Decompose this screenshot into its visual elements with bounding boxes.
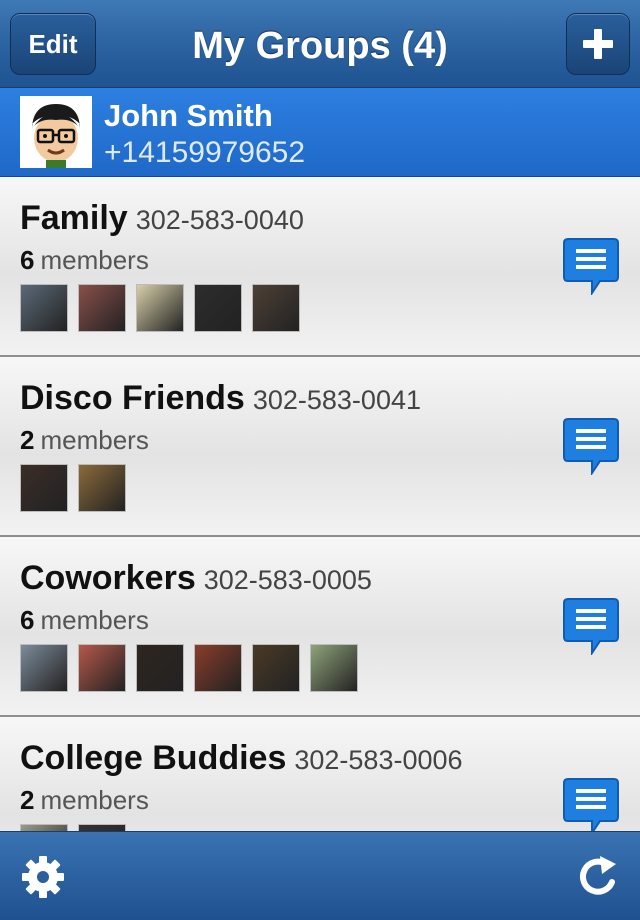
message-bubble-icon[interactable] <box>562 597 620 655</box>
group-name: Family <box>20 199 128 237</box>
message-bubble-icon[interactable] <box>562 777 620 831</box>
page-title: My Groups (4) <box>192 25 448 67</box>
member-photo <box>194 644 242 692</box>
edit-button[interactable]: Edit <box>10 13 96 75</box>
member-photo <box>252 644 300 692</box>
group-phone: 302-583-0005 <box>203 565 372 595</box>
member-photo <box>78 284 126 332</box>
bottom-toolbar <box>0 831 640 920</box>
member-count-label: members <box>40 245 149 275</box>
member-photo <box>252 284 300 332</box>
member-photo <box>136 284 184 332</box>
group-row-disco-friends[interactable]: Disco Friends 302-583-0041 2 members <box>0 357 640 537</box>
member-count-label: members <box>40 605 149 635</box>
member-photo <box>20 464 68 512</box>
group-phone: 302-583-0041 <box>252 385 421 415</box>
gear-icon[interactable] <box>20 854 66 900</box>
refresh-icon[interactable] <box>576 854 622 900</box>
message-bubble-icon[interactable] <box>562 417 620 475</box>
group-name: College Buddies <box>20 739 287 777</box>
current-user-row[interactable]: John Smith +14159979652 <box>0 88 640 177</box>
member-thumbnails <box>20 824 136 831</box>
group-name: Coworkers <box>20 559 196 597</box>
member-photo <box>20 284 68 332</box>
group-row-family[interactable]: Family 302-583-0040 6 members <box>0 177 640 357</box>
member-count: 2 members <box>20 785 149 816</box>
member-photo <box>136 644 184 692</box>
group-phone: 302-583-0040 <box>135 205 304 235</box>
plus-icon <box>583 29 613 59</box>
member-count-label: members <box>40 785 149 815</box>
user-name: John Smith <box>104 98 273 133</box>
add-group-button[interactable] <box>566 13 630 75</box>
group-name-line: Disco Friends 302-583-0041 <box>20 379 421 418</box>
member-photo <box>310 644 358 692</box>
member-count: 2 members <box>20 425 149 456</box>
member-count: 6 members <box>20 245 149 276</box>
group-name: Disco Friends <box>20 379 245 417</box>
group-row-college-buddies[interactable]: College Buddies 302-583-0006 2 members <box>0 717 640 831</box>
member-photo <box>20 824 68 831</box>
member-photo <box>78 824 126 831</box>
member-count-number: 2 <box>20 785 35 815</box>
avatar <box>20 96 92 168</box>
member-thumbnails <box>20 464 136 512</box>
member-photo <box>78 464 126 512</box>
group-name-line: College Buddies 302-583-0006 <box>20 739 463 778</box>
member-count-label: members <box>40 425 149 455</box>
message-bubble-icon[interactable] <box>562 237 620 295</box>
member-thumbnails <box>20 644 368 692</box>
member-photo <box>20 644 68 692</box>
member-count-number: 6 <box>20 605 35 635</box>
group-row-coworkers[interactable]: Coworkers 302-583-0005 6 members <box>0 537 640 717</box>
member-count-number: 2 <box>20 425 35 455</box>
groups-list[interactable]: Family 302-583-0040 6 members Disco Friend… <box>0 177 640 831</box>
member-photo <box>78 644 126 692</box>
user-phone: +14159979652 <box>104 136 306 169</box>
member-thumbnails <box>20 284 310 332</box>
group-name-line: Family 302-583-0040 <box>20 199 304 238</box>
member-count: 6 members <box>20 605 149 636</box>
member-photo <box>194 284 242 332</box>
group-phone: 302-583-0006 <box>294 745 463 775</box>
member-count-number: 6 <box>20 245 35 275</box>
group-name-line: Coworkers 302-583-0005 <box>20 559 372 598</box>
navigation-bar: My Groups (4) Edit <box>0 0 640 88</box>
